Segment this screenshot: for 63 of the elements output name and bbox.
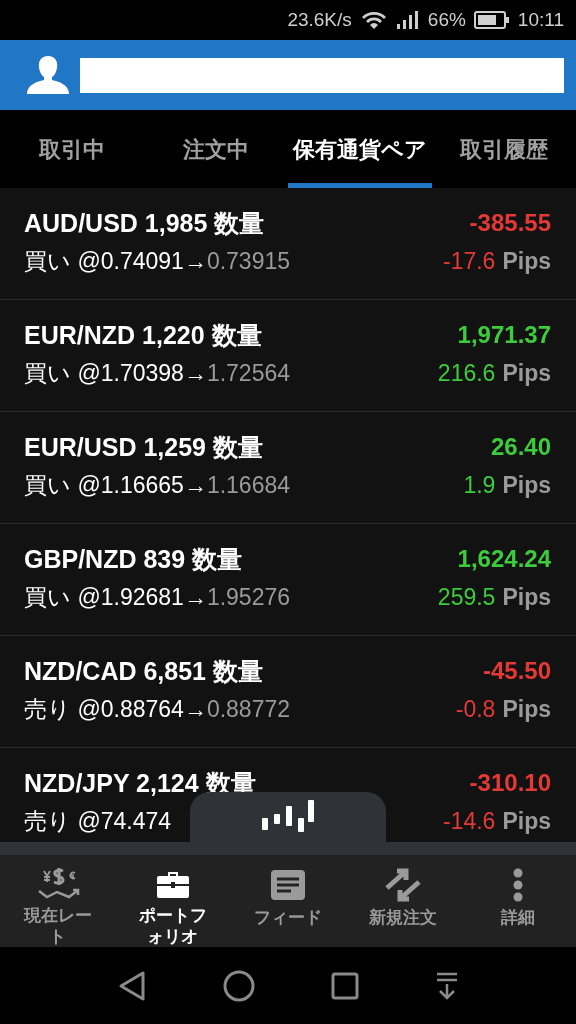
entry-price: 売り @0.88764→ — [24, 695, 207, 724]
profit-amount: -310.10 — [469, 768, 551, 798]
position-row[interactable]: EUR/NZD 1,220 数量 買い @1.70398→1.72564 1,971.37 216.6 Pips — [0, 300, 576, 412]
nav-item[interactable]: 詳細 — [460, 855, 576, 947]
pips-unit: Pips — [502, 247, 551, 276]
current-price: 1.95276 — [206, 583, 291, 612]
position-title: AUD/USD 1,985 数量 — [24, 208, 266, 239]
profit-amount: -45.50 — [482, 656, 551, 686]
nav-item[interactable]: フィード — [230, 855, 346, 947]
position-title: NZD/CAD 6,851 数量 — [24, 656, 264, 687]
current-price: 0.73915 — [206, 247, 291, 276]
candlestick-icon — [262, 800, 314, 834]
notification-pull-icon[interactable] — [435, 971, 459, 1000]
signal-icon — [395, 10, 420, 30]
pips-value: -0.8 — [455, 695, 496, 724]
battery-percent: 66% — [427, 7, 466, 32]
tab[interactable]: 取引履歴 — [432, 110, 576, 188]
nav-item[interactable]: 新規注文 — [345, 855, 461, 947]
position-row[interactable]: NZD/CAD 6,851 数量 売り @0.88764→0.88772 -45.50 -0.8 Pips — [0, 636, 576, 748]
current-price: 1.72564 — [206, 359, 291, 388]
back-icon[interactable] — [117, 969, 147, 1002]
message-icon — [271, 870, 305, 900]
profit-amount: 26.40 — [490, 432, 551, 462]
entry-price: 買い @0.74091→ — [24, 247, 207, 276]
tab[interactable]: 注文中 — [144, 110, 288, 188]
exchange-arrows-icon — [385, 868, 422, 902]
pips-value: 259.5 — [437, 583, 496, 612]
network-speed: 23.6K/s — [287, 7, 352, 32]
user-icon[interactable] — [26, 56, 70, 94]
profit-amount: 1,971.37 — [457, 320, 551, 350]
position-title: EUR/USD 1,259 数量 — [24, 432, 264, 463]
tab[interactable]: 取引中 — [0, 110, 144, 188]
profit-amount: -385.55 — [469, 208, 551, 238]
nav-item[interactable]: 現在レート — [0, 855, 116, 947]
pips-value: -17.6 — [443, 247, 496, 276]
position-row[interactable]: EUR/USD 1,259 数量 買い @1.16665→1.16684 26.40 1.9 Pips — [0, 412, 576, 524]
nav-item[interactable]: ポートフォリオ — [115, 855, 231, 947]
position-row[interactable]: AUD/USD 1,985 数量 買い @0.74091→0.73915 -385.55 -17.6 Pips — [0, 188, 576, 300]
clock: 10:11 — [517, 7, 564, 32]
entry-price: 買い @1.92681→ — [24, 583, 207, 612]
position-title: GBP/NZD 839 数量 — [24, 544, 244, 575]
account-name-field[interactable] — [80, 57, 564, 93]
more-icon — [513, 868, 524, 902]
pips-unit: Pips — [502, 807, 551, 836]
current-price: 0.88772 — [206, 695, 291, 724]
profit-amount: 1,624.24 — [457, 544, 551, 574]
home-icon[interactable] — [223, 969, 255, 1002]
pips-unit: Pips — [502, 583, 551, 612]
briefcase-icon — [156, 870, 189, 898]
current-price: 1.16684 — [206, 471, 291, 500]
pips-value: 216.6 — [437, 359, 496, 388]
pips-unit: Pips — [502, 471, 551, 500]
recents-icon[interactable] — [331, 971, 359, 1000]
entry-price: 買い @1.70398→ — [24, 359, 207, 388]
pips-value: 1.9 — [463, 471, 496, 500]
position-row[interactable]: GBP/NZD 839 数量 買い @1.92681→1.95276 1,624.24 259.5 Pips — [0, 524, 576, 636]
pips-value: -14.6 — [443, 807, 496, 836]
entry-price: 買い @1.16665→ — [24, 471, 207, 500]
pips-unit: Pips — [502, 695, 551, 724]
position-title: EUR/NZD 1,220 数量 — [24, 320, 263, 351]
pips-unit: Pips — [502, 359, 551, 388]
battery-icon — [473, 11, 510, 29]
entry-price: 売り @74.474 — [24, 807, 172, 836]
